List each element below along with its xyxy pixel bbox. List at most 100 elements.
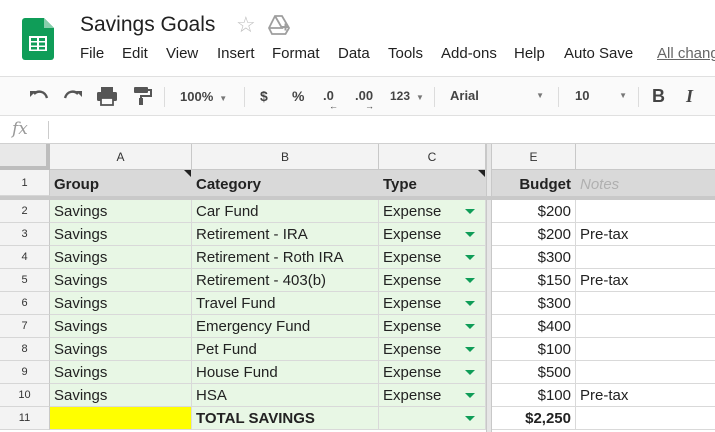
- cell-group[interactable]: Savings: [50, 292, 192, 315]
- cell-budget[interactable]: $200: [492, 200, 576, 223]
- increase-decimal-button[interactable]: .00 →: [355, 77, 374, 115]
- currency-format-button[interactable]: $: [260, 77, 268, 115]
- dropdown-arrow-icon[interactable]: [465, 347, 475, 352]
- cell-group[interactable]: Savings: [50, 246, 192, 269]
- row-header[interactable]: 6: [0, 292, 50, 315]
- cell-type[interactable]: Expense: [379, 200, 486, 223]
- all-changes-saved-link[interactable]: All changes: [657, 45, 715, 62]
- cell-budget[interactable]: $300: [492, 246, 576, 269]
- header-cell-category[interactable]: Category: [192, 170, 379, 196]
- formula-input[interactable]: [56, 120, 706, 140]
- cell-group[interactable]: Savings: [50, 384, 192, 407]
- more-formats-select[interactable]: 123 ▼: [390, 77, 424, 115]
- row-header[interactable]: 9: [0, 361, 50, 384]
- cell-group[interactable]: Savings: [50, 223, 192, 246]
- cell-notes[interactable]: [576, 200, 715, 223]
- cell-category[interactable]: Retirement - 403(b): [192, 269, 379, 292]
- paint-format-button[interactable]: [130, 77, 154, 115]
- italic-button[interactable]: I: [686, 77, 693, 115]
- row-header[interactable]: 5: [0, 269, 50, 292]
- column-header-a[interactable]: A: [50, 144, 192, 170]
- cell-notes[interactable]: [576, 292, 715, 315]
- cell-budget[interactable]: $100: [492, 338, 576, 361]
- menu-insert[interactable]: Insert: [217, 45, 255, 62]
- column-header-f[interactable]: [576, 144, 715, 170]
- dropdown-arrow-icon[interactable]: [465, 278, 475, 283]
- column-header-e[interactable]: E: [492, 144, 576, 170]
- cell-type[interactable]: Expense: [379, 292, 486, 315]
- cell-notes[interactable]: [576, 246, 715, 269]
- cell-group[interactable]: Savings: [50, 315, 192, 338]
- cell-budget[interactable]: $2,250: [492, 407, 576, 430]
- menu-auto-save[interactable]: Auto Save: [564, 45, 633, 62]
- redo-button[interactable]: [62, 77, 86, 115]
- header-cell-group[interactable]: Group: [50, 170, 192, 196]
- cell-category[interactable]: TOTAL SAVINGS: [192, 407, 379, 430]
- document-title[interactable]: Savings Goals: [80, 13, 215, 37]
- move-to-drive-icon[interactable]: [268, 14, 290, 36]
- column-header-b[interactable]: B: [192, 144, 379, 170]
- cell-group[interactable]: Savings: [50, 338, 192, 361]
- cell-category[interactable]: Travel Fund: [192, 292, 379, 315]
- select-all-corner[interactable]: [0, 144, 50, 170]
- menu-data[interactable]: Data: [338, 45, 370, 62]
- menu-file[interactable]: File: [80, 45, 104, 62]
- cell-budget[interactable]: $300: [492, 292, 576, 315]
- cell-budget[interactable]: $200: [492, 223, 576, 246]
- menu-format[interactable]: Format: [272, 45, 320, 62]
- cell-type[interactable]: [379, 407, 486, 430]
- menu-add-ons[interactable]: Add-ons: [441, 45, 497, 62]
- bold-button[interactable]: B: [652, 77, 665, 115]
- font-family-select[interactable]: Arial ▼: [450, 77, 550, 115]
- cell-notes[interactable]: [576, 407, 715, 430]
- row-header[interactable]: 4: [0, 246, 50, 269]
- row-header[interactable]: 10: [0, 384, 50, 407]
- cell-group[interactable]: Savings: [50, 269, 192, 292]
- cell-budget[interactable]: $100: [492, 384, 576, 407]
- header-cell-notes[interactable]: Notes: [576, 170, 715, 196]
- cell-notes[interactable]: Pre-tax: [576, 269, 715, 292]
- cell-budget[interactable]: $500: [492, 361, 576, 384]
- cell-type[interactable]: Expense: [379, 384, 486, 407]
- print-button[interactable]: [96, 77, 120, 115]
- cell-category[interactable]: Retirement - IRA: [192, 223, 379, 246]
- menu-edit[interactable]: Edit: [122, 45, 148, 62]
- dropdown-arrow-icon[interactable]: [465, 393, 475, 398]
- dropdown-arrow-icon[interactable]: [465, 370, 475, 375]
- sheets-logo-icon[interactable]: [22, 18, 54, 60]
- cell-group[interactable]: Savings: [50, 361, 192, 384]
- row-header[interactable]: 2: [0, 200, 50, 223]
- menu-tools[interactable]: Tools: [388, 45, 423, 62]
- row-header-1[interactable]: 1: [0, 170, 50, 196]
- cell-category[interactable]: HSA: [192, 384, 379, 407]
- font-size-select[interactable]: 10 ▼: [575, 77, 631, 115]
- cell-type[interactable]: Expense: [379, 223, 486, 246]
- cell-budget[interactable]: $400: [492, 315, 576, 338]
- row-header[interactable]: 8: [0, 338, 50, 361]
- cell-type[interactable]: Expense: [379, 361, 486, 384]
- cell-type[interactable]: Expense: [379, 338, 486, 361]
- zoom-select[interactable]: 100% ▼: [180, 77, 227, 115]
- cell-category[interactable]: Pet Fund: [192, 338, 379, 361]
- header-cell-type[interactable]: Type: [379, 170, 486, 196]
- dropdown-arrow-icon[interactable]: [465, 324, 475, 329]
- header-cell-budget[interactable]: Budget: [492, 170, 576, 196]
- cell-budget[interactable]: $150: [492, 269, 576, 292]
- row-header[interactable]: 7: [0, 315, 50, 338]
- row-header[interactable]: 3: [0, 223, 50, 246]
- cell-category[interactable]: House Fund: [192, 361, 379, 384]
- star-icon[interactable]: ☆: [236, 12, 256, 38]
- cell-group[interactable]: [50, 407, 192, 430]
- cell-group[interactable]: Savings: [50, 200, 192, 223]
- cell-type[interactable]: Expense: [379, 269, 486, 292]
- cell-category[interactable]: Car Fund: [192, 200, 379, 223]
- menu-view[interactable]: View: [166, 45, 198, 62]
- column-header-c[interactable]: C: [379, 144, 486, 170]
- percent-format-button[interactable]: %: [292, 77, 304, 115]
- cell-notes[interactable]: Pre-tax: [576, 384, 715, 407]
- row-header[interactable]: 11: [0, 407, 50, 430]
- dropdown-arrow-icon[interactable]: [465, 255, 475, 260]
- cell-notes[interactable]: [576, 338, 715, 361]
- cell-type[interactable]: Expense: [379, 315, 486, 338]
- cell-category[interactable]: Retirement - Roth IRA: [192, 246, 379, 269]
